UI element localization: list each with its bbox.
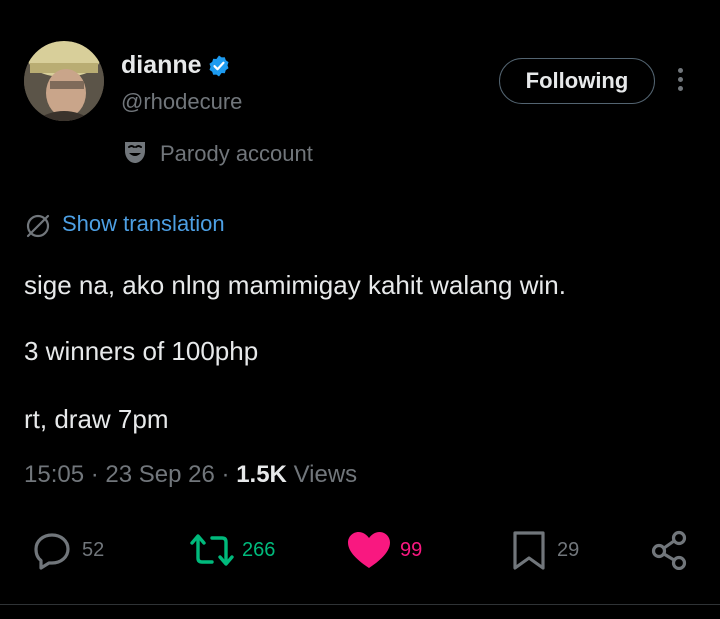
like-heart-icon [348, 532, 390, 568]
meta-separator: · [90, 461, 99, 488]
bookmark-button[interactable]: 29 [511, 530, 579, 570]
tweet-text-line: 3 winners of 100php [24, 336, 259, 366]
like-button[interactable]: 99 [346, 530, 422, 570]
reply-icon [34, 533, 70, 570]
following-button[interactable]: Following [499, 58, 655, 104]
repost-icon [190, 534, 234, 566]
meta-separator: · [221, 461, 230, 488]
display-name[interactable]: dianne [121, 51, 202, 80]
divider [0, 604, 720, 605]
show-translation-link[interactable]: Show translation [62, 211, 225, 237]
tweet-text-line: rt, draw 7pm [24, 404, 169, 434]
tweet-text-line: sige na, ako nlng mamimigay kahit walang… [24, 270, 566, 300]
share-icon [651, 530, 687, 570]
handle[interactable]: @rhodecure [121, 89, 242, 115]
tweet-date[interactable]: 23 Sep 26 [105, 461, 214, 488]
more-icon[interactable] [668, 68, 692, 96]
tweet-time[interactable]: 15:05 [24, 461, 84, 488]
bookmark-count: 29 [557, 538, 580, 561]
repost-button[interactable]: 266 [188, 530, 275, 570]
bookmark-icon [513, 531, 545, 570]
parody-account-label: Parody account [160, 141, 313, 166]
translate-globe-icon [26, 214, 50, 238]
avatar-image [24, 41, 104, 121]
like-count: 99 [400, 538, 423, 561]
tweet-meta: 15:05 · 23 Sep 26 · 1.5K Views [24, 461, 357, 489]
avatar[interactable] [24, 41, 104, 121]
repost-count: 266 [242, 538, 276, 561]
verified-badge-icon [209, 55, 229, 77]
share-button[interactable] [650, 530, 690, 570]
reply-button[interactable]: 52 [32, 530, 104, 570]
views-count: 1.5K [236, 461, 287, 488]
parody-mask-icon [125, 142, 145, 163]
views-label: Views [293, 461, 358, 488]
reply-count: 52 [82, 538, 105, 561]
